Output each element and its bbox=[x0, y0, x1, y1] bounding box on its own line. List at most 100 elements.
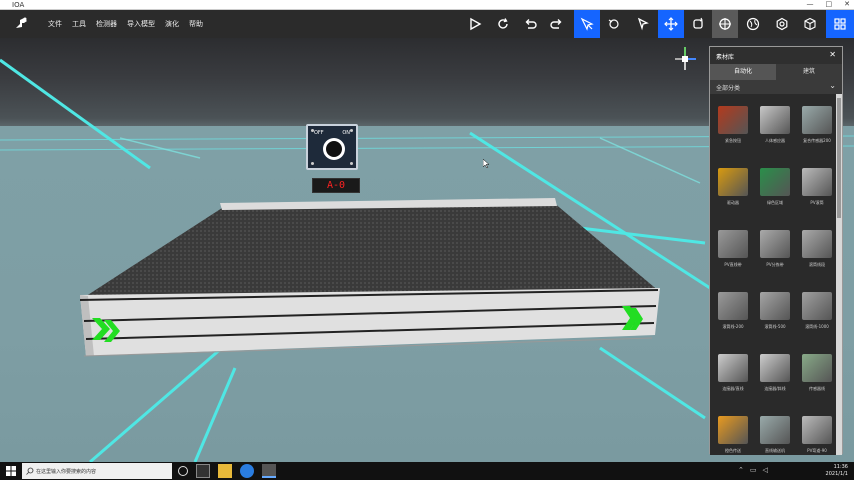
multi-select-button[interactable] bbox=[574, 10, 600, 38]
library-item-label: 人体感应器 bbox=[765, 138, 785, 143]
close-window-button[interactable]: ✕ bbox=[844, 0, 850, 8]
library-item[interactable]: PV滚筒 bbox=[797, 160, 837, 220]
library-item[interactable]: 直线输送机 bbox=[755, 408, 795, 455]
library-item[interactable]: 连接器/斜线 bbox=[755, 346, 795, 406]
library-item[interactable]: 滚筒线段 bbox=[797, 222, 837, 282]
move-button[interactable] bbox=[658, 10, 684, 38]
grid-button[interactable] bbox=[826, 10, 854, 38]
library-item-label: 驱动器 bbox=[727, 200, 739, 205]
app-running-icon[interactable] bbox=[262, 464, 276, 478]
tab-building[interactable]: 建筑 bbox=[776, 64, 842, 80]
menu-help[interactable]: 帮助 bbox=[189, 19, 203, 29]
library-item[interactable]: PV分拣带 bbox=[755, 222, 795, 282]
library-item-label: PV直线带 bbox=[724, 262, 742, 267]
status-display: A-0 bbox=[312, 178, 360, 193]
rotate-icon bbox=[693, 17, 703, 29]
play-button[interactable] bbox=[462, 10, 488, 38]
roller-500-icon bbox=[760, 292, 790, 320]
library-item-label: 复合传感器200 bbox=[803, 138, 831, 143]
screw bbox=[311, 129, 314, 132]
library-item[interactable]: 紧急按钮 bbox=[713, 98, 753, 158]
library-item[interactable]: 绿色区域 bbox=[755, 160, 795, 220]
taskbar-app-icon[interactable] bbox=[196, 464, 210, 478]
library-item-label: 滚筒线-200 bbox=[722, 324, 744, 329]
library-item[interactable]: 橙色传送 bbox=[713, 408, 753, 455]
box-red-icon bbox=[718, 106, 748, 134]
library-item[interactable]: 滚筒线-500 bbox=[755, 284, 795, 344]
settings-button[interactable] bbox=[769, 10, 795, 38]
play-icon bbox=[470, 17, 482, 31]
pointer-icon bbox=[637, 17, 649, 31]
main-toolbar: 文件 工具 检测器 导入模型 演化 帮助 bbox=[0, 10, 854, 38]
center-button[interactable] bbox=[712, 10, 738, 38]
library-item-label: PV弯道-90 bbox=[807, 448, 827, 453]
screw bbox=[350, 129, 353, 132]
menu-evolve[interactable]: 演化 bbox=[165, 19, 179, 29]
settings-icon bbox=[776, 17, 788, 31]
library-item-label: 连接器/直线 bbox=[722, 386, 744, 391]
taskbar-search-input[interactable]: 在这里输入你要搜索的内容 bbox=[22, 463, 172, 479]
roller-200-icon bbox=[718, 292, 748, 320]
system-clock[interactable]: 11:36 2021/1/1 bbox=[826, 464, 848, 478]
os-taskbar: 在这里输入你要搜索的内容 ⌃ ▭ ◁ 11:36 2021/1/1 bbox=[0, 462, 854, 480]
chevron-up-icon[interactable]: ⌃ bbox=[738, 466, 744, 474]
library-header: 素材库 ✕ bbox=[710, 47, 842, 64]
maximize-button[interactable]: □ bbox=[826, 0, 833, 8]
redo-button[interactable] bbox=[544, 10, 570, 38]
connector-icon bbox=[718, 354, 748, 382]
library-item[interactable]: PV弯道-90 bbox=[797, 408, 837, 455]
menu-import-model[interactable]: 导入模型 bbox=[127, 19, 155, 29]
network-icon[interactable]: ▭ bbox=[750, 466, 757, 474]
menu-tools[interactable]: 工具 bbox=[72, 19, 86, 29]
library-item[interactable]: 人体感应器 bbox=[755, 98, 795, 158]
switch-control-box[interactable]: OFF ON bbox=[306, 124, 358, 170]
minimize-button[interactable]: — bbox=[807, 0, 814, 8]
chevron-down-icon: ⌄ bbox=[829, 81, 836, 90]
category-dropdown[interactable]: 全部分类 ⌄ bbox=[710, 80, 842, 94]
library-item[interactable]: 复合传感器200 bbox=[797, 98, 837, 158]
move-icon bbox=[664, 17, 678, 31]
task-view-icon[interactable] bbox=[178, 466, 188, 476]
library-item-label: 紧急按钮 bbox=[725, 138, 741, 143]
menu-detector[interactable]: 检测器 bbox=[96, 19, 117, 29]
select-object-button[interactable] bbox=[601, 10, 627, 38]
grid-icon bbox=[834, 18, 846, 30]
library-tabs: 自动化 建筑 bbox=[710, 64, 842, 80]
rotary-knob[interactable] bbox=[323, 138, 345, 160]
browser-icon[interactable] bbox=[240, 464, 254, 478]
pointer-button[interactable] bbox=[630, 10, 656, 38]
line-icon bbox=[802, 354, 832, 382]
undo-button[interactable] bbox=[517, 10, 543, 38]
roller-seg-icon bbox=[802, 230, 832, 258]
category-selected: 全部分类 bbox=[716, 85, 741, 92]
library-grid: 紧急按钮 人体感应器 复合传感器200 驱动器 绿色区域 PV滚筒 PV直线带 PV分拣带 滚筒… bbox=[710, 94, 838, 455]
library-scrollbar[interactable] bbox=[836, 94, 842, 455]
library-item[interactable]: PV直线带 bbox=[713, 222, 753, 282]
scrollbar-thumb[interactable] bbox=[837, 98, 841, 218]
close-library-button[interactable]: ✕ bbox=[829, 50, 836, 59]
rotate-button[interactable] bbox=[685, 10, 711, 38]
orange-icon bbox=[718, 416, 748, 444]
roller-1000-icon bbox=[802, 292, 832, 320]
belt-split-icon bbox=[760, 230, 790, 258]
file-explorer-icon[interactable] bbox=[218, 464, 232, 478]
windows-start-icon[interactable] bbox=[6, 466, 16, 476]
connector-2-icon bbox=[760, 354, 790, 382]
refresh-icon bbox=[498, 18, 508, 29]
tab-automation[interactable]: 自动化 bbox=[710, 64, 776, 80]
menu-file[interactable]: 文件 bbox=[48, 19, 62, 29]
library-item[interactable]: 传感器线 bbox=[797, 346, 837, 406]
axis-gizmo-icon[interactable] bbox=[670, 44, 700, 74]
refresh-button[interactable] bbox=[490, 10, 516, 38]
cube-button[interactable] bbox=[797, 10, 823, 38]
straight-icon bbox=[760, 416, 790, 444]
library-item[interactable]: 滚筒线-200 bbox=[713, 284, 753, 344]
library-item[interactable]: 滚筒线-1000 bbox=[797, 284, 837, 344]
volume-icon[interactable]: ◁ bbox=[763, 466, 768, 474]
select-object-icon bbox=[608, 19, 619, 29]
globe-button[interactable] bbox=[740, 10, 766, 38]
undo-icon bbox=[525, 19, 537, 29]
library-item[interactable]: 驱动器 bbox=[713, 160, 753, 220]
library-item[interactable]: 连接器/直线 bbox=[713, 346, 753, 406]
green-area-icon bbox=[760, 168, 790, 196]
